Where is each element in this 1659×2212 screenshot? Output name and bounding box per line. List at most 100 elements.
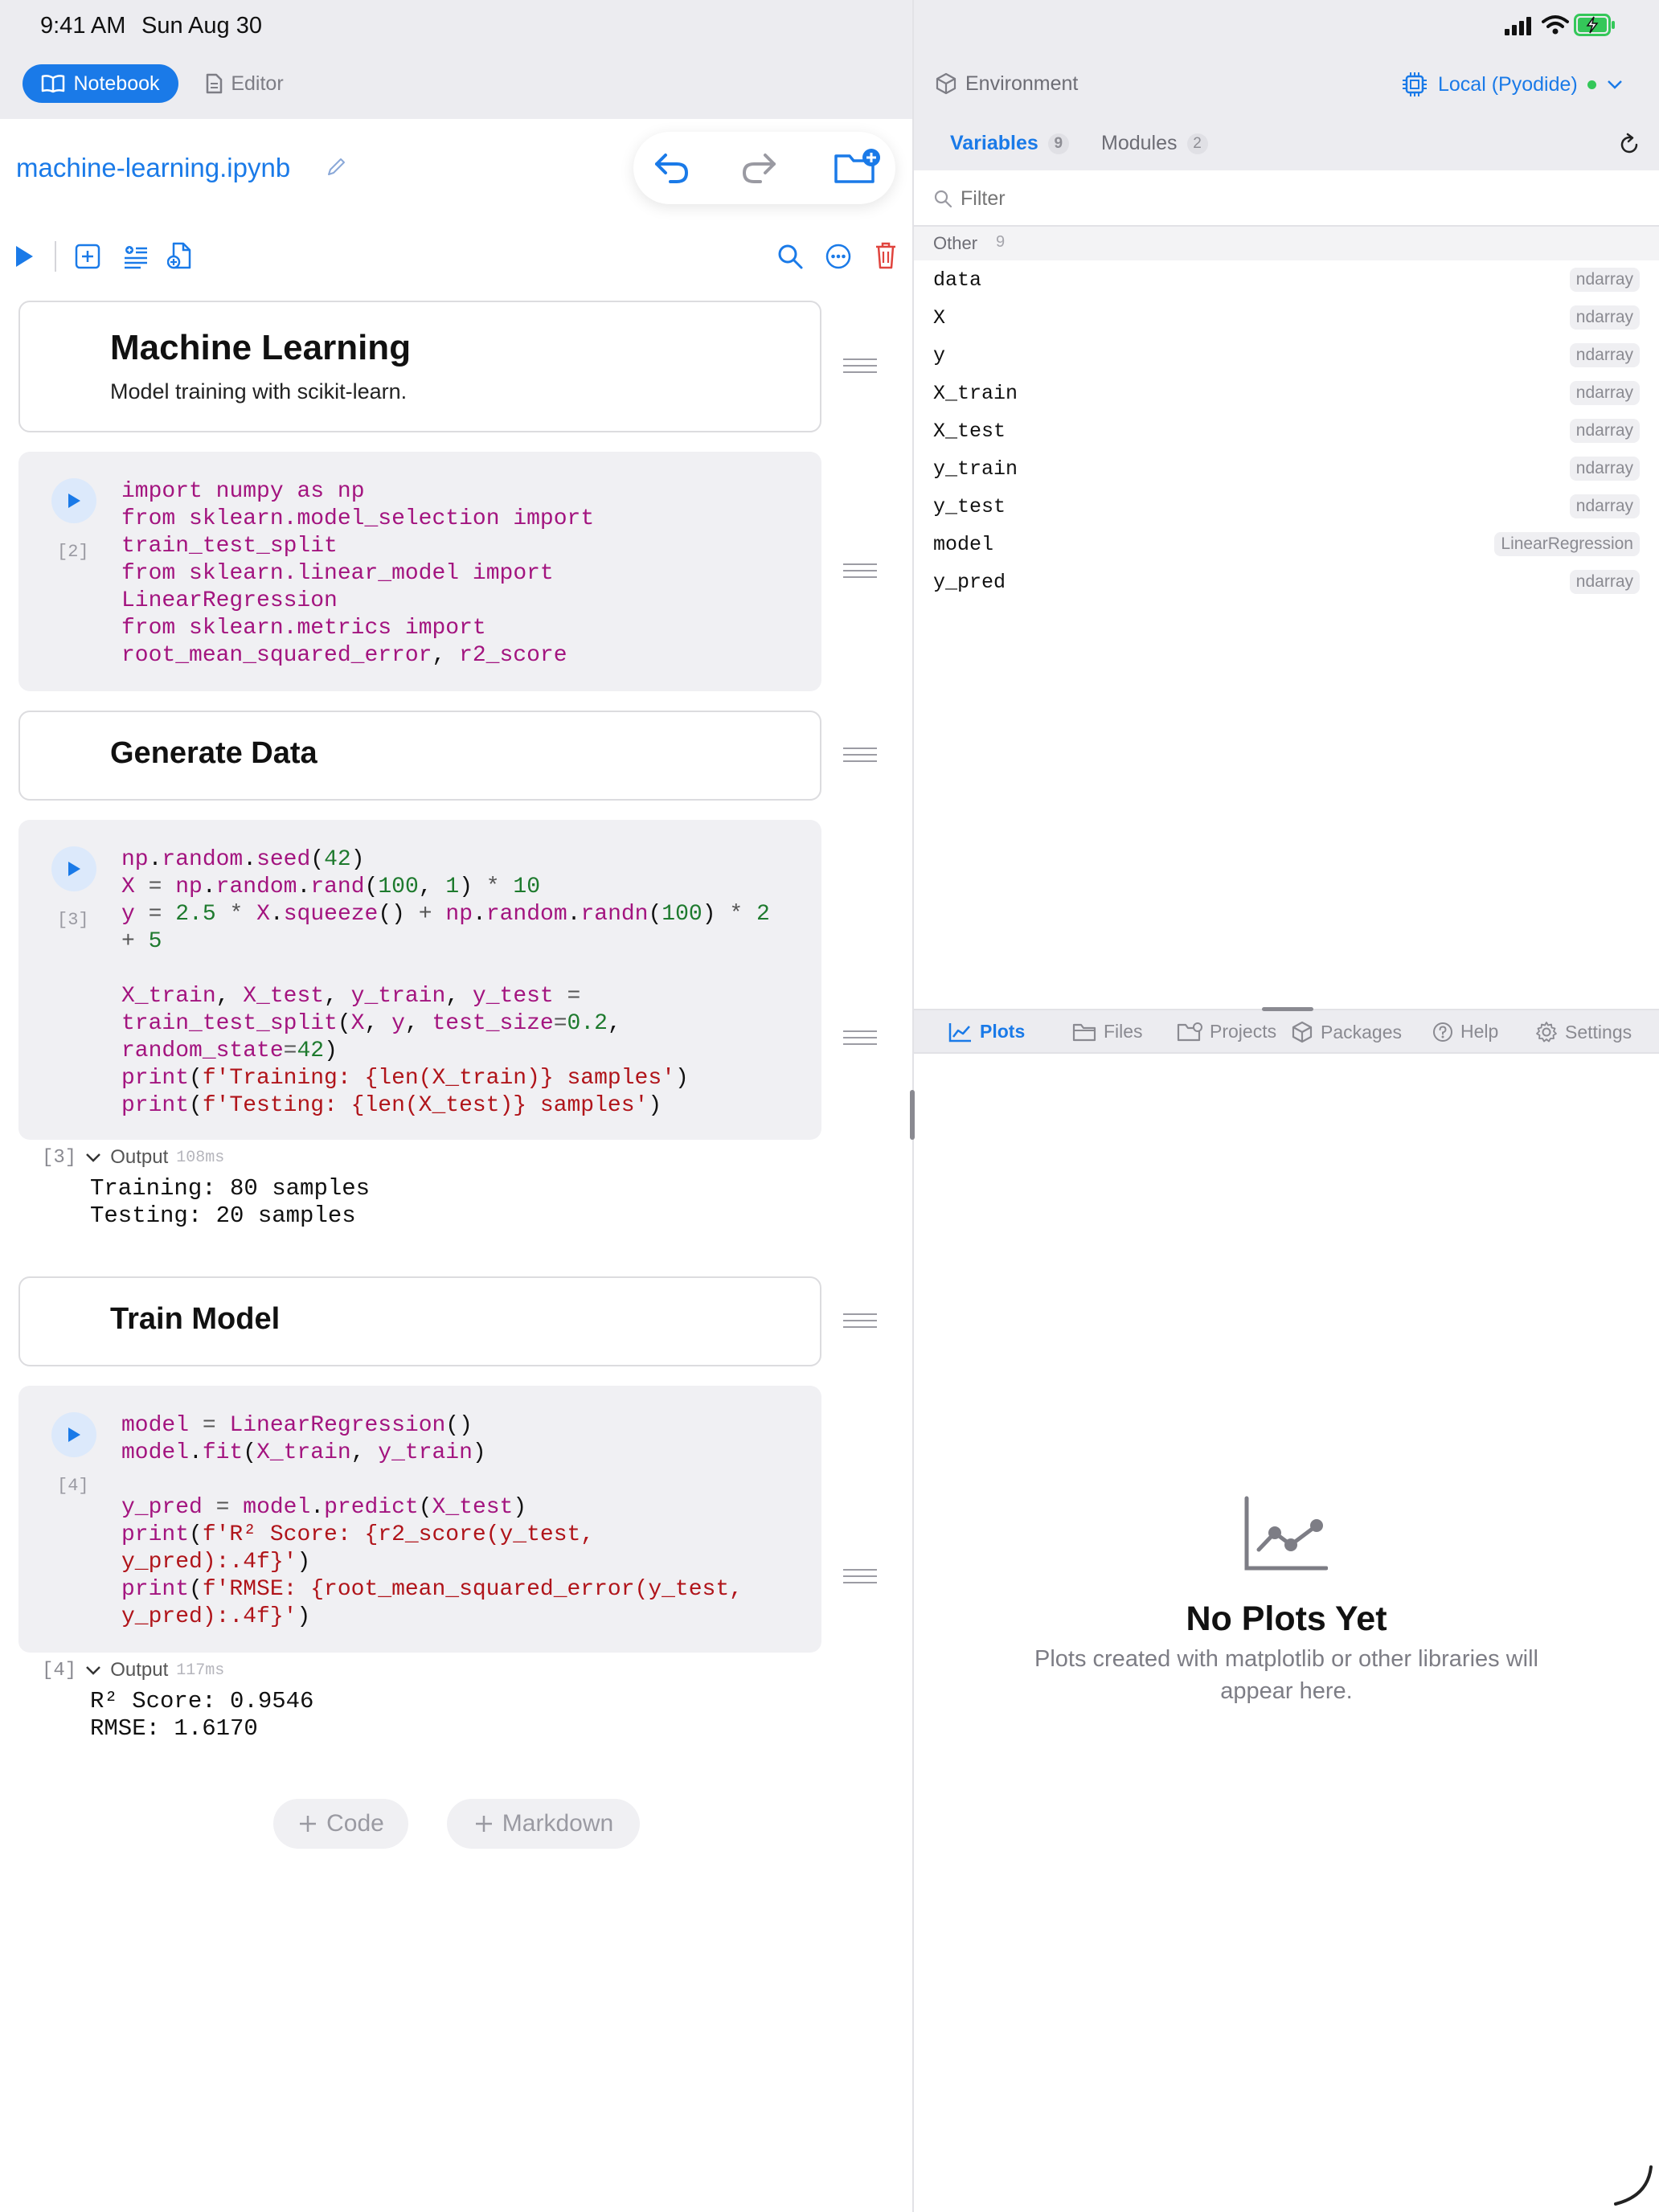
code-cell[interactable]: [4] model = LinearRegression() model.fit… — [18, 1386, 821, 1653]
run-cell-button[interactable] — [51, 846, 96, 891]
chevron-down-icon — [84, 1152, 102, 1163]
tab-plots[interactable]: Plots — [948, 1021, 1025, 1043]
tab-notebook-label: Notebook — [73, 72, 160, 95]
cell-subtitle: Model training with scikit-learn. — [110, 379, 408, 403]
line-chart-icon — [948, 1022, 973, 1043]
drag-handle[interactable] — [843, 1313, 877, 1329]
refresh-icon[interactable] — [1618, 132, 1641, 156]
new-folder-icon[interactable] — [833, 146, 881, 186]
trash-icon[interactable] — [875, 241, 897, 270]
tab-editor[interactable]: Editor — [196, 64, 293, 103]
variable-name: X_test — [933, 420, 1006, 443]
group-count: 9 — [996, 233, 1006, 251]
variable-row[interactable]: y_test ndarray — [914, 489, 1659, 526]
tab-modules[interactable]: Modules 2 — [1101, 132, 1208, 155]
tab-settings[interactable]: Settings — [1535, 1021, 1632, 1043]
variable-row[interactable]: X_test ndarray — [914, 413, 1659, 451]
tab-variables[interactable]: Variables 9 — [950, 132, 1069, 155]
runtime-selector[interactable]: Local (Pyodide) — [1401, 66, 1624, 103]
search-icon[interactable] — [776, 243, 804, 270]
code-editor[interactable]: np.random.seed(42) X = np.random.rand(10… — [121, 846, 770, 1120]
variable-type-badge: ndarray — [1569, 343, 1640, 367]
tab-modules-count: 2 — [1186, 133, 1208, 154]
folder-icon — [1072, 1022, 1096, 1042]
chevron-down-icon — [1606, 79, 1624, 90]
tab-notebook[interactable]: Notebook — [23, 64, 178, 103]
output-text: Training: 80 samples Testing: 20 samples — [90, 1175, 370, 1230]
add-markdown-icon[interactable] — [123, 244, 149, 269]
variable-type-badge: LinearRegression — [1494, 532, 1640, 556]
empty-plots-description: Plots created with matplotlib or other l… — [1034, 1646, 1538, 1672]
tab-plots-label: Plots — [980, 1021, 1026, 1042]
tab-files[interactable]: Files — [1072, 1021, 1143, 1043]
code-editor[interactable]: model = LinearRegression() model.fit(X_t… — [121, 1412, 743, 1631]
floating-action-toolbar — [633, 132, 895, 204]
signal-icon — [1505, 16, 1534, 35]
document-icon — [205, 73, 223, 94]
variable-type-badge: ndarray — [1569, 419, 1640, 443]
search-icon — [933, 189, 952, 208]
export-file-icon[interactable] — [167, 241, 193, 270]
variable-group-header[interactable]: Other 9 — [914, 227, 1659, 260]
variable-type-badge: ndarray — [1569, 305, 1640, 330]
output-header[interactable]: [4] Output 117ms — [42, 1659, 224, 1682]
variable-row[interactable]: y ndarray — [914, 338, 1659, 375]
output-header[interactable]: [3] Output 108ms — [42, 1146, 224, 1169]
variable-row[interactable]: model LinearRegression — [914, 526, 1659, 564]
markdown-cell[interactable]: Machine Learning Model training with sci… — [18, 301, 821, 432]
code-cell[interactable]: [3] np.random.seed(42) X = np.random.ran… — [18, 820, 821, 1140]
add-markdown-cell-button[interactable]: Markdown — [447, 1799, 640, 1849]
filter-input[interactable] — [961, 185, 1636, 212]
execution-count: [3] — [57, 910, 89, 930]
variable-name: data — [933, 268, 982, 292]
drag-handle[interactable] — [843, 563, 877, 580]
more-options-icon[interactable] — [825, 243, 852, 270]
drag-handle[interactable] — [843, 748, 877, 764]
status-time: 9:41 AM — [40, 13, 126, 39]
undo-icon[interactable] — [653, 150, 691, 186]
variable-name: y_test — [933, 495, 1006, 518]
variable-name: y_train — [933, 457, 1018, 481]
markdown-cell[interactable]: Train Model — [18, 1276, 821, 1366]
add-cell-icon[interactable] — [75, 244, 100, 269]
tab-help[interactable]: Help — [1432, 1021, 1498, 1043]
add-code-cell-button[interactable]: Code — [273, 1799, 408, 1849]
output-time: 117ms — [176, 1661, 225, 1680]
tab-projects[interactable]: Projects — [1177, 1021, 1276, 1043]
variable-filter[interactable] — [914, 170, 1659, 227]
variable-row[interactable]: Xndarray — [914, 300, 1659, 338]
variable-row[interactable]: data ndarray — [914, 262, 1659, 300]
notebook-filename[interactable]: machine-learning.ipynb — [16, 153, 290, 183]
code-editor[interactable]: import numpy as np from sklearn.model_se… — [121, 478, 594, 670]
gear-icon — [1535, 1021, 1558, 1043]
cell-heading: Train Model — [110, 1302, 281, 1336]
folder-badge-icon — [1177, 1022, 1202, 1042]
package-cube-icon — [1291, 1021, 1313, 1043]
pane-resize-handle[interactable] — [910, 1090, 915, 1140]
resize-corner-icon[interactable] — [1611, 2164, 1654, 2207]
output-line: RMSE: 1.6170 — [90, 1715, 258, 1742]
drag-handle[interactable] — [843, 358, 877, 375]
add-code-label: Code — [326, 1810, 384, 1837]
run-cell-button[interactable] — [51, 1412, 96, 1457]
cube-icon — [935, 72, 957, 95]
code-cell[interactable]: [2] import numpy as np from sklearn.mode… — [18, 452, 821, 691]
drag-handle[interactable] — [843, 1030, 877, 1047]
variable-row[interactable]: X_train ndarray — [914, 375, 1659, 413]
tab-packages[interactable]: Packages — [1291, 1021, 1402, 1043]
variable-name: y — [933, 344, 946, 367]
sheet-grabber[interactable] — [1262, 1007, 1313, 1011]
cpu-chip-icon — [1401, 71, 1428, 98]
markdown-cell[interactable]: Generate Data — [18, 711, 821, 801]
environment-title: Environment — [965, 72, 1079, 95]
variable-row[interactable]: y_pred ndarray — [914, 564, 1659, 602]
redo-icon[interactable] — [739, 150, 778, 186]
run-all-icon[interactable] — [14, 244, 35, 268]
variable-row[interactable]: y_train ndarray — [914, 451, 1659, 489]
rename-pencil-icon[interactable] — [325, 156, 347, 178]
drag-handle[interactable] — [843, 1569, 877, 1585]
run-cell-button[interactable] — [51, 478, 96, 523]
variable-type-badge: ndarray — [1569, 570, 1640, 594]
variable-type-badge: ndarray — [1569, 381, 1640, 405]
battery-charging-icon — [1574, 14, 1616, 36]
